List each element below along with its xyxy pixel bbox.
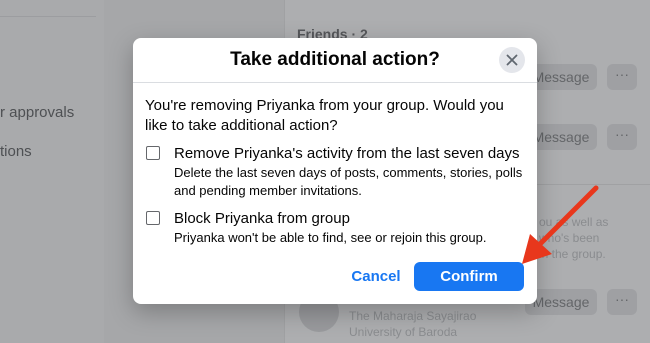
dialog-title: Take additional action? bbox=[230, 49, 440, 70]
cancel-button[interactable]: Cancel bbox=[345, 264, 407, 290]
more-button: ··· bbox=[607, 124, 637, 150]
nav-item-tions: tions bbox=[0, 143, 32, 160]
take-action-dialog: Take additional action? You're removing … bbox=[133, 38, 537, 304]
more-button: ··· bbox=[607, 64, 637, 90]
close-icon bbox=[506, 54, 518, 66]
nav-divider bbox=[0, 16, 96, 17]
remove-activity-checkbox[interactable] bbox=[146, 146, 160, 160]
option-label: Remove Priyanka's activity from the last… bbox=[174, 145, 520, 162]
option-description: Delete the last seven days of posts, com… bbox=[174, 165, 523, 198]
block-member-checkbox[interactable] bbox=[146, 211, 160, 225]
option-label: Block Priyanka from group bbox=[174, 210, 350, 227]
more-button: ··· bbox=[607, 289, 637, 315]
block-member-option[interactable]: Block Priyanka from group Priyanka won't… bbox=[145, 209, 530, 249]
member-affiliation: The Maharaja Sayajirao bbox=[349, 309, 477, 323]
dialog-header: Take additional action? bbox=[133, 38, 537, 83]
dialog-intro-text: You're removing Priyanka from your group… bbox=[145, 97, 504, 134]
background-left-nav: r approvals tions bbox=[0, 0, 105, 343]
red-arrow-annotation bbox=[522, 185, 599, 264]
close-button[interactable] bbox=[499, 47, 525, 73]
option-description: Priyanka won't be able to find, see or r… bbox=[174, 230, 487, 245]
member-affiliation: University of Baroda bbox=[349, 325, 458, 339]
nav-item-approvals: r approvals bbox=[0, 104, 75, 121]
remove-activity-option[interactable]: Remove Priyanka's activity from the last… bbox=[145, 144, 530, 200]
